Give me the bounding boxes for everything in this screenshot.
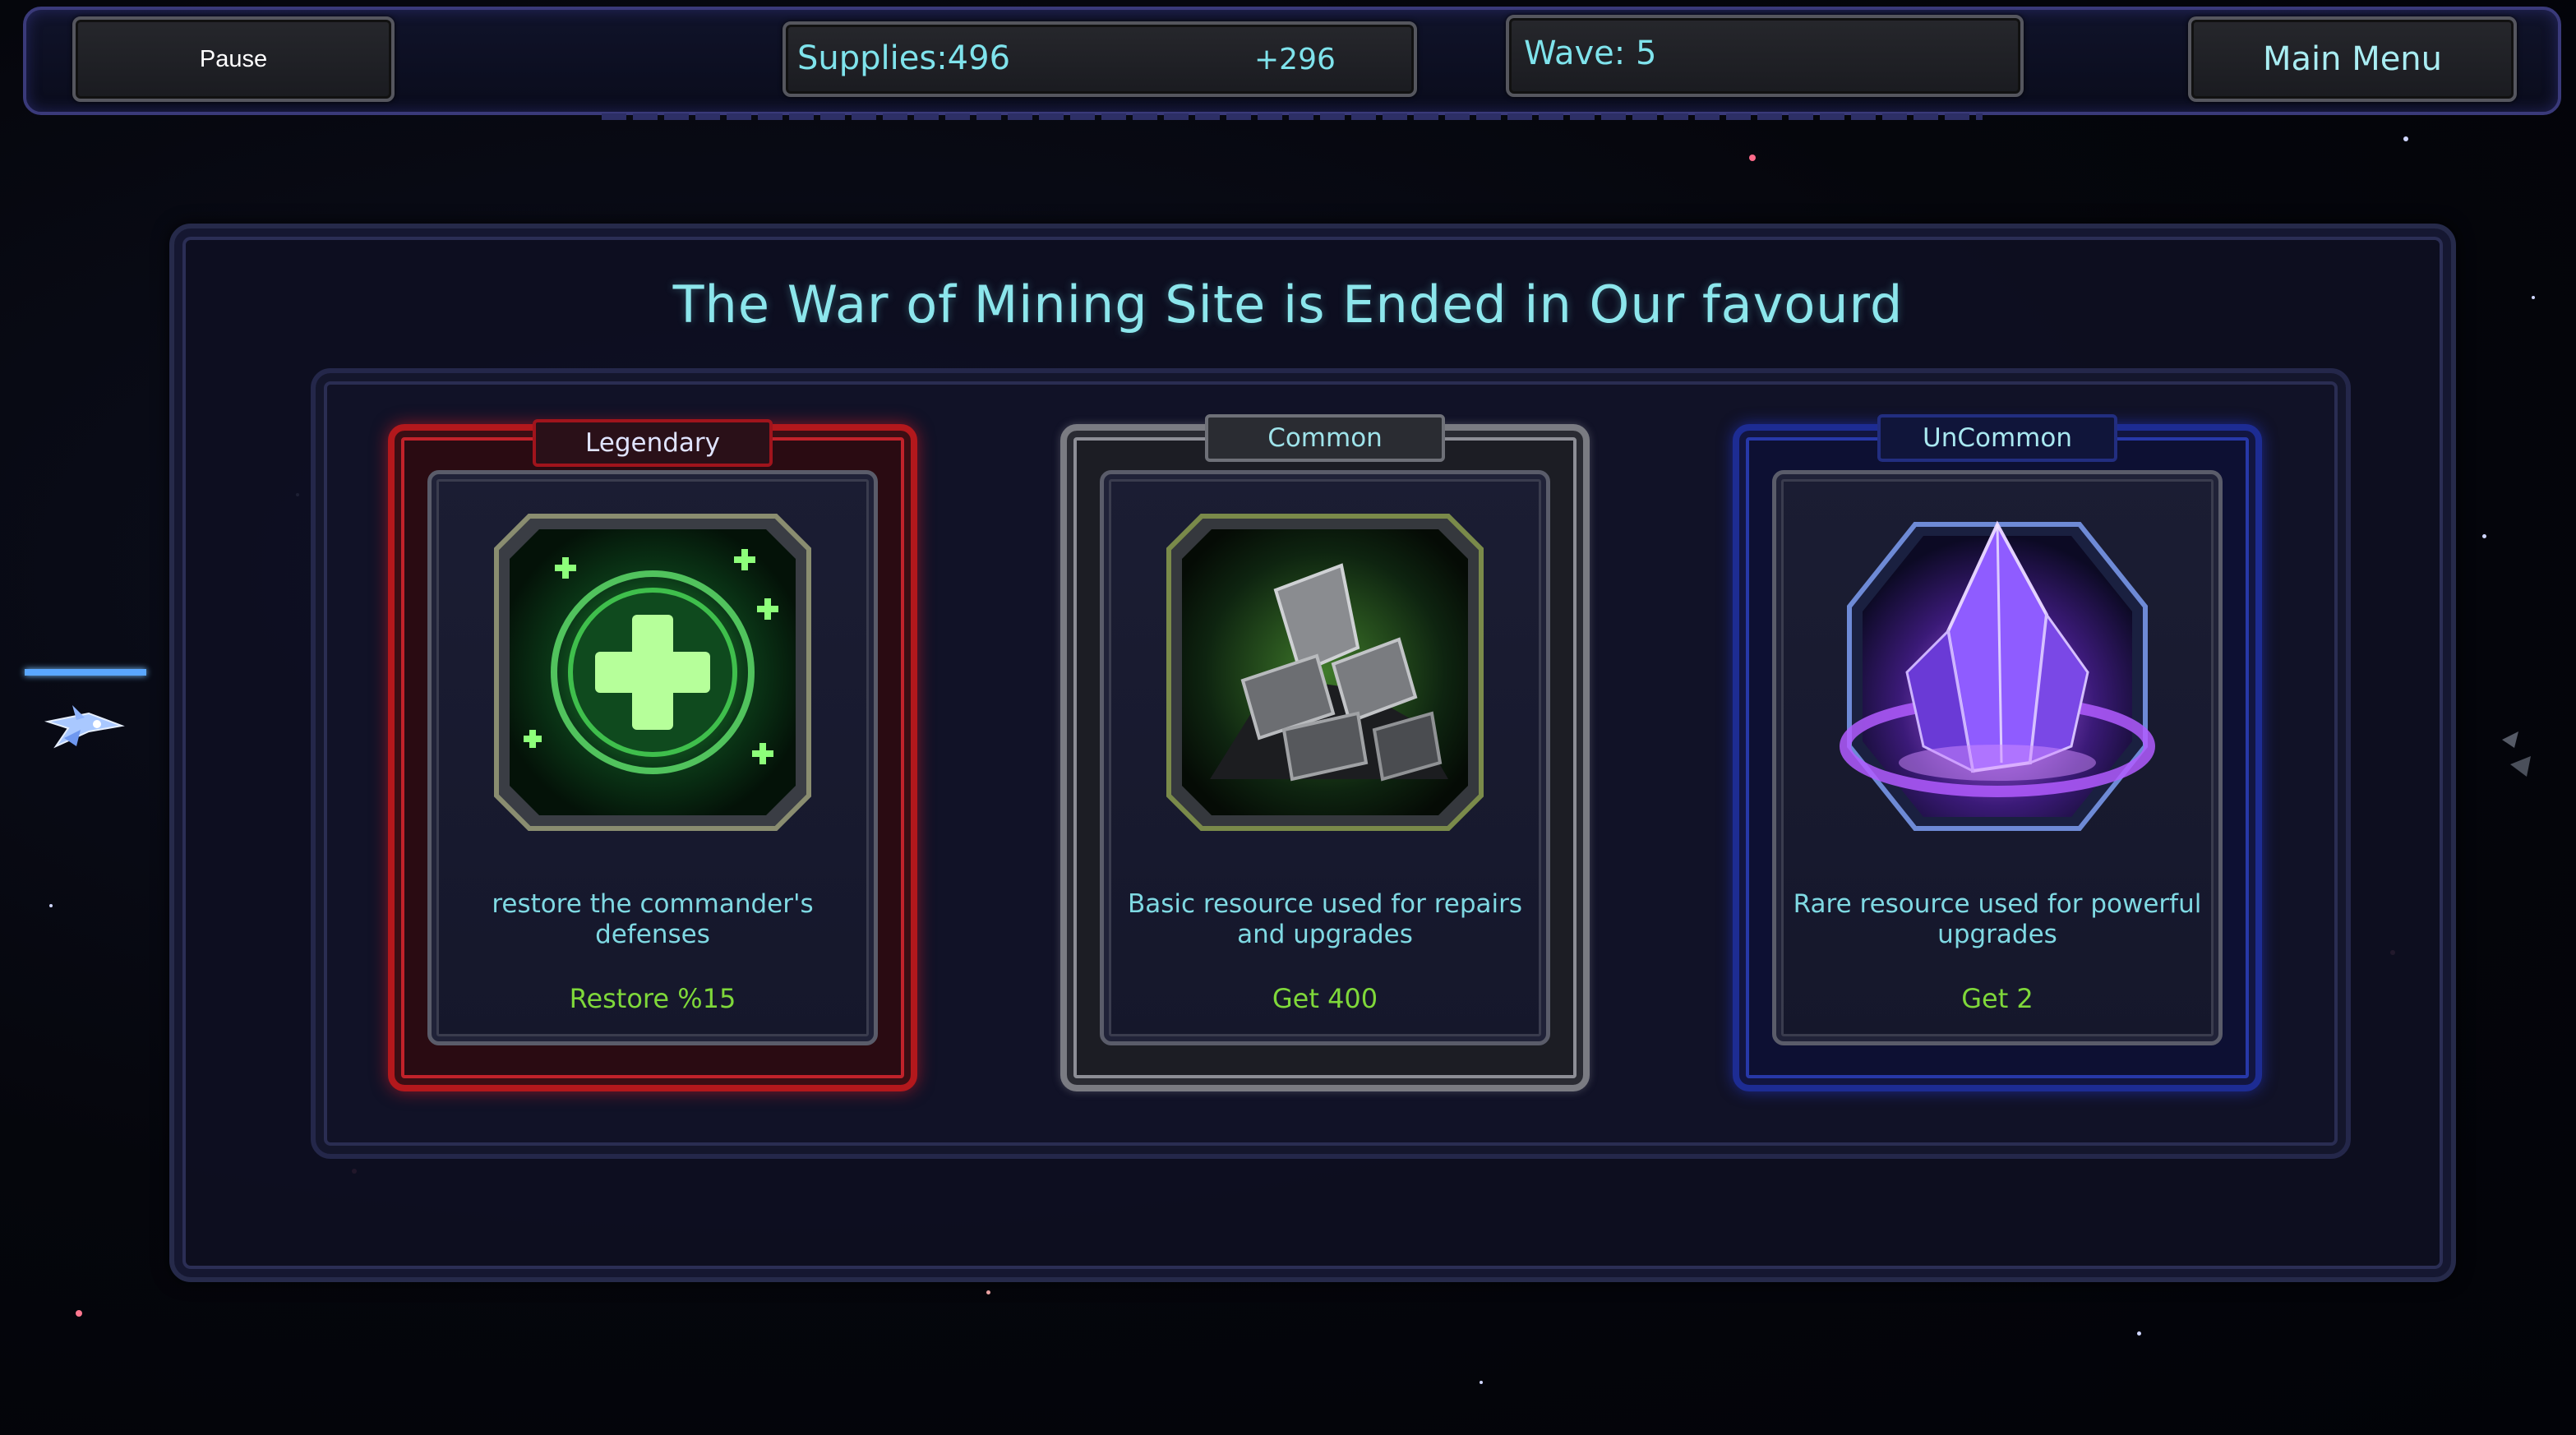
card-description: restore the commander's defenses [492, 889, 814, 949]
reward-card-common[interactable]: Common Basic resource used for repairs a… [1060, 414, 1590, 1091]
rarity-tab: UnCommon [1877, 414, 2117, 462]
card-description: Rare resource used for powerful upgrades [1793, 889, 2202, 949]
pause-button[interactable]: Pause [72, 16, 395, 102]
supplies-counter: Supplies:496 +296 [782, 21, 1417, 97]
reward-card-legendary[interactable]: Legendary restore the commander's defens… [388, 419, 917, 1091]
card-reward-value: Get 2 [1961, 983, 2034, 1014]
reward-card-uncommon[interactable]: UnCommon Rare resource used for powerful… [1733, 414, 2262, 1091]
wave-label: Wave: 5 [1524, 35, 1657, 72]
supplies-delta: +296 [1254, 43, 1336, 76]
hud-decor-strip [602, 113, 1983, 120]
rarity-tab: Legendary [533, 419, 773, 467]
player-health-bar [25, 669, 146, 676]
player-ship-icon [44, 705, 125, 749]
card-reward-value: Get 400 [1272, 983, 1378, 1014]
metal-ore-icon [1166, 514, 1484, 831]
wave-counter: Wave: 5 [1506, 15, 2024, 97]
victory-title: The War of Mining Site is Ended in Our f… [672, 275, 1904, 335]
card-reward-value: Restore %15 [569, 983, 736, 1014]
rarity-tab: Common [1205, 414, 1445, 462]
medical-cross-icon [494, 514, 811, 831]
card-description: Basic resource used for repairs and upgr… [1127, 889, 1523, 949]
main-menu-button[interactable]: Main Menu [2188, 16, 2517, 102]
purple-crystal-icon [1840, 520, 2155, 831]
supplies-label: Supplies:496 [797, 39, 1011, 77]
debris-icon [2502, 731, 2531, 777]
